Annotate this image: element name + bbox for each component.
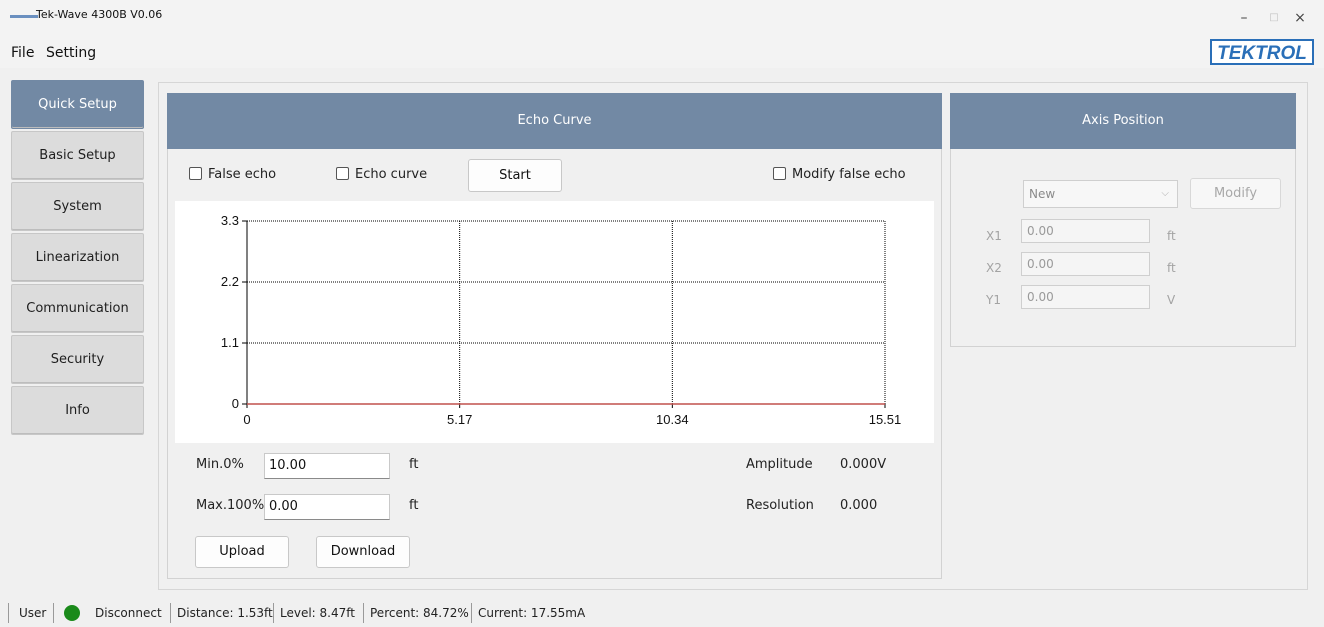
minimize-button[interactable]: – bbox=[1232, 8, 1256, 28]
max-label: Max.100% bbox=[196, 498, 265, 513]
sidebar-item-quick-setup[interactable]: Quick Setup bbox=[11, 80, 144, 129]
start-button[interactable]: Start bbox=[468, 159, 562, 192]
y-tick-label: 1.1 bbox=[221, 335, 239, 350]
amplitude-label: Amplitude bbox=[746, 457, 813, 472]
y1-label: Y1 bbox=[986, 293, 1001, 307]
tektrol-logo: TEKTROL bbox=[1210, 39, 1314, 65]
echo-curve-header: Echo Curve bbox=[167, 93, 942, 149]
sidebar-item-linearization[interactable]: Linearization bbox=[11, 233, 144, 282]
x-tick-label: 5.17 bbox=[447, 412, 472, 427]
echo-curve-chart: 0 1.1 2.2 3.3 0 5.17 10.34 15.51 bbox=[175, 201, 934, 443]
false-echo-check-box[interactable] bbox=[189, 167, 202, 180]
x2-input[interactable]: 0.00 bbox=[1021, 252, 1150, 276]
status-distance: Distance: 1.53ft bbox=[177, 606, 273, 620]
echo-curve-check-box[interactable] bbox=[336, 167, 349, 180]
app-icon bbox=[10, 15, 38, 18]
sidebar-item-system[interactable]: System bbox=[11, 182, 144, 231]
y-tick-label: 0 bbox=[232, 396, 239, 411]
title-bar bbox=[0, 0, 1324, 38]
false-echo-label: False echo bbox=[208, 167, 277, 182]
menu-bar bbox=[0, 38, 1324, 68]
logo-text: TEKTROL bbox=[1217, 43, 1307, 64]
close-button[interactable]: × bbox=[1288, 8, 1312, 28]
menu-file[interactable]: File bbox=[11, 45, 34, 61]
status-connection: Disconnect bbox=[95, 606, 162, 620]
modify-button[interactable]: Modify bbox=[1190, 178, 1281, 209]
status-separator bbox=[471, 603, 472, 623]
axis-position-header: Axis Position bbox=[950, 93, 1296, 149]
status-current: Current: 17.55mA bbox=[478, 606, 586, 620]
window-title: Tek-Wave 4300B V0.06 bbox=[36, 8, 163, 21]
status-separator bbox=[170, 603, 171, 623]
echo-curve-label: Echo curve bbox=[355, 167, 428, 182]
menu-setting[interactable]: Setting bbox=[46, 45, 96, 61]
chart-background bbox=[175, 201, 934, 443]
max-unit: ft bbox=[409, 498, 419, 513]
axis-point-select-value: New bbox=[1029, 187, 1056, 201]
sidebar-item-security[interactable]: Security bbox=[11, 335, 144, 384]
min-unit: ft bbox=[409, 457, 419, 472]
x2-label: X2 bbox=[986, 261, 1002, 275]
status-percent: Percent: 84.72% bbox=[370, 606, 469, 620]
status-separator bbox=[53, 603, 54, 623]
connection-status-icon bbox=[64, 605, 80, 621]
x1-unit: ft bbox=[1167, 229, 1176, 243]
amplitude-value: 0.000V bbox=[840, 457, 887, 472]
modify-false-echo-label: Modify false echo bbox=[792, 167, 906, 182]
y-tick-label: 2.2 bbox=[221, 274, 239, 289]
status-user: User bbox=[19, 606, 47, 620]
sidebar-item-info[interactable]: Info bbox=[11, 386, 144, 435]
echo-curve-checkbox[interactable]: Echo curve bbox=[336, 167, 427, 182]
resolution-label: Resolution bbox=[746, 498, 814, 513]
x-tick-label: 10.34 bbox=[656, 412, 689, 427]
status-separator bbox=[363, 603, 364, 623]
min-label: Min.0% bbox=[196, 457, 244, 472]
sidebar-item-basic-setup[interactable]: Basic Setup bbox=[11, 131, 144, 180]
x-tick-label: 15.51 bbox=[869, 412, 902, 427]
false-echo-checkbox[interactable]: False echo bbox=[189, 167, 276, 182]
chevron-down-icon: ⌵ bbox=[1161, 188, 1169, 199]
x1-label: X1 bbox=[986, 229, 1002, 243]
sidebar-item-communication[interactable]: Communication bbox=[11, 284, 144, 333]
axis-point-select[interactable]: New ⌵ bbox=[1023, 180, 1178, 208]
y1-unit: V bbox=[1167, 293, 1176, 307]
y-tick-label: 3.3 bbox=[221, 213, 239, 228]
status-separator bbox=[8, 603, 9, 623]
modify-false-echo-check-box[interactable] bbox=[773, 167, 786, 180]
download-button[interactable]: Download bbox=[316, 536, 410, 568]
upload-button[interactable]: Upload bbox=[195, 536, 289, 568]
status-level: Level: 8.47ft bbox=[280, 606, 355, 620]
x1-input[interactable]: 0.00 bbox=[1021, 219, 1150, 243]
resolution-value: 0.000 bbox=[840, 498, 878, 513]
y1-input[interactable]: 0.00 bbox=[1021, 285, 1150, 309]
modify-false-echo-checkbox[interactable]: Modify false echo bbox=[773, 167, 906, 182]
max-input[interactable]: 0.00 bbox=[264, 494, 390, 520]
x2-unit: ft bbox=[1167, 261, 1176, 275]
min-input[interactable]: 10.00 bbox=[264, 453, 390, 479]
status-separator bbox=[273, 603, 274, 623]
x-tick-label: 0 bbox=[243, 412, 250, 427]
maximize-button[interactable]: □ bbox=[1262, 8, 1286, 28]
